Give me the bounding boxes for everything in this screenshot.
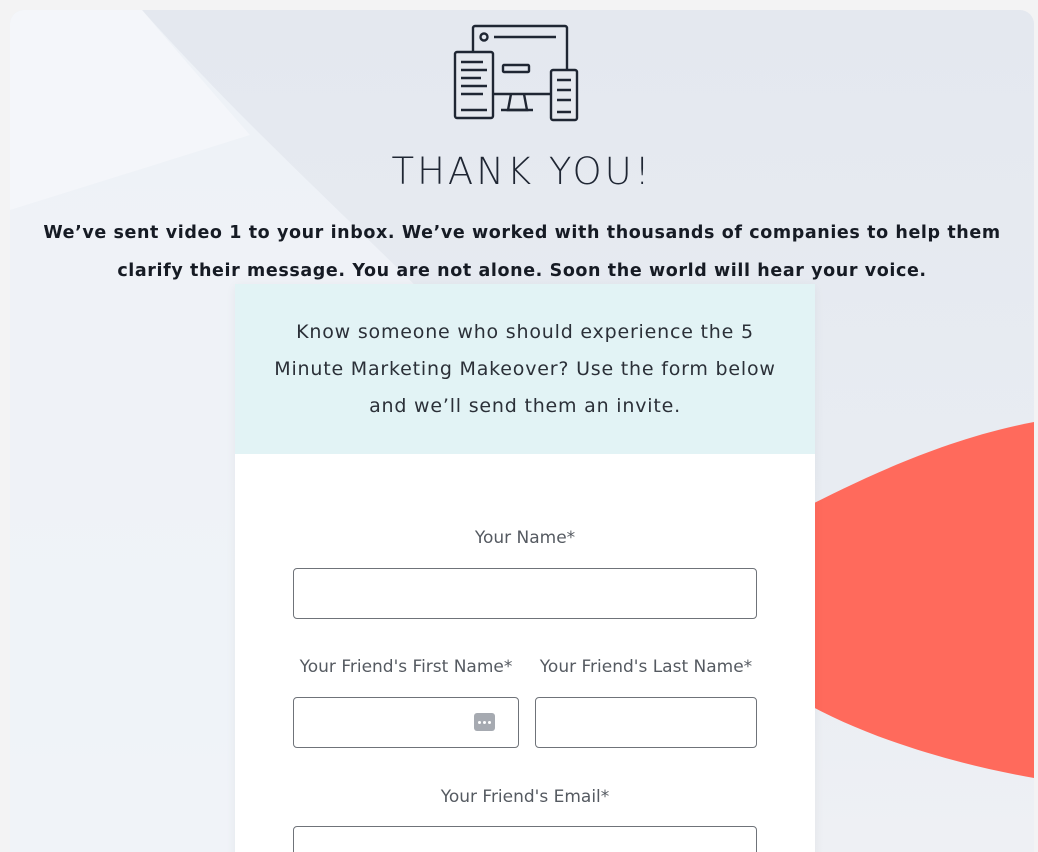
- page-title: THANK YOU!: [391, 150, 653, 193]
- friend-email-label: Your Friend's Email*: [440, 787, 610, 807]
- devices-icon: [453, 24, 579, 122]
- autofill-icon[interactable]: [474, 713, 495, 731]
- friend-email-input[interactable]: [293, 826, 757, 852]
- page-frame: THANK YOU! We’ve sent video 1 to your in…: [10, 10, 1034, 852]
- friend-last-name-label: Your Friend's Last Name*: [539, 657, 753, 677]
- coral-shape: [800, 422, 1034, 778]
- friend-first-name-label: Your Friend's First Name*: [299, 657, 513, 677]
- your-name-input[interactable]: [293, 568, 757, 619]
- referral-intro: Know someone who should experience the 5…: [235, 284, 815, 454]
- friend-last-name-input[interactable]: [535, 697, 757, 748]
- your-name-label: Your Name*: [474, 528, 576, 548]
- confirmation-message: We’ve sent video 1 to your inbox. We’ve …: [43, 223, 1001, 281]
- referral-form-card: Know someone who should experience the 5…: [235, 284, 815, 852]
